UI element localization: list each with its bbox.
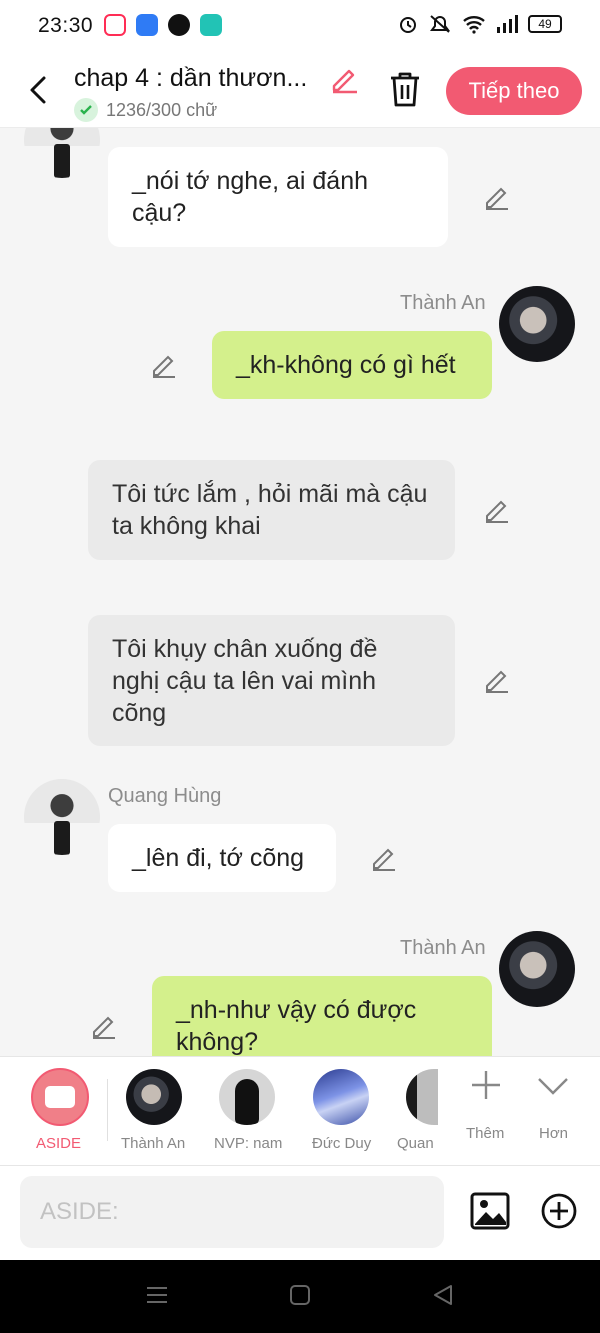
- speaker-name: Quang Hùng: [108, 785, 222, 807]
- aside-bubble[interactable]: Tôi tức lắm , hỏi mãi mà cậu ta không kh…: [88, 460, 455, 560]
- word-count-row: 1236/300 chữ: [74, 98, 217, 122]
- app-icon: [136, 14, 158, 36]
- edit-message-icon[interactable]: [483, 183, 511, 211]
- back-icon[interactable]: [432, 1284, 454, 1306]
- status-bar: 23:30 49: [0, 0, 600, 54]
- edit-message-icon[interactable]: [150, 351, 178, 379]
- next-button[interactable]: Tiếp theo: [446, 67, 582, 115]
- message-bubble[interactable]: _kh-không có gì hết: [212, 331, 492, 399]
- wifi-icon: [463, 16, 485, 34]
- character-label: Đức Duy: [312, 1135, 372, 1152]
- speaker-name: Thành An: [400, 292, 486, 314]
- add-character-label: Thêm: [466, 1125, 505, 1142]
- word-count: 1236/300 chữ: [106, 99, 218, 120]
- mute-icon: [430, 15, 450, 33]
- character-selector: ASIDE Thành An NVP: nam Đức Duy Quan Thê…: [0, 1056, 600, 1166]
- aside-button[interactable]: [31, 1068, 89, 1126]
- aside-icon: [45, 1086, 75, 1108]
- editor-header: chap 4 : dần thươn... 1236/300 chữ Tiếp …: [0, 54, 600, 128]
- character-label: Quan: [397, 1135, 434, 1152]
- chevron-down-icon[interactable]: [537, 1075, 569, 1097]
- chapter-title[interactable]: chap 4 : dần thươn...: [74, 64, 326, 93]
- character-label: Thành An: [121, 1135, 186, 1152]
- character-quang[interactable]: [406, 1069, 438, 1125]
- composer: [0, 1166, 600, 1260]
- avatar-quang-hung[interactable]: [24, 779, 100, 855]
- menu-icon[interactable]: [146, 1284, 168, 1306]
- home-icon[interactable]: [289, 1284, 311, 1306]
- character-nvp-nam[interactable]: [219, 1069, 275, 1125]
- heart-app-icon: [168, 14, 190, 36]
- aside-label: ASIDE: [36, 1135, 82, 1152]
- avatar-thanh-an[interactable]: [499, 931, 575, 1007]
- edit-message-icon[interactable]: [483, 496, 511, 524]
- status-right: 49: [398, 14, 562, 34]
- tiktok-icon: [104, 14, 126, 36]
- speaker-name: Thành An: [400, 937, 486, 959]
- character-thanh-an[interactable]: [126, 1069, 182, 1125]
- message-bubble[interactable]: _lên đi, tớ cõng: [108, 824, 336, 892]
- add-icon[interactable]: [540, 1192, 578, 1230]
- chat-app-icon: [200, 14, 222, 36]
- image-icon[interactable]: [470, 1192, 510, 1230]
- battery-indicator: 49: [528, 15, 562, 33]
- message-bubble[interactable]: _nói tớ nghe, ai đánh cậu?: [108, 147, 448, 247]
- edit-title-icon[interactable]: [330, 64, 360, 94]
- edit-message-icon[interactable]: [483, 666, 511, 694]
- back-arrow-icon[interactable]: [24, 72, 52, 108]
- edit-message-icon[interactable]: [370, 844, 398, 872]
- edit-message-icon[interactable]: [90, 1012, 118, 1040]
- status-app-icons: [104, 14, 222, 36]
- character-label: NVP: nam: [214, 1135, 283, 1152]
- divider: [107, 1079, 108, 1141]
- message-bubble[interactable]: _nh-như vậy có được không?: [152, 976, 492, 1056]
- signal-icon: [497, 15, 518, 33]
- system-navigation-bar: [0, 1260, 600, 1333]
- avatar-thanh-an[interactable]: [499, 286, 575, 362]
- trash-icon[interactable]: [388, 70, 422, 108]
- status-time: 23:30: [38, 14, 94, 37]
- aside-bubble[interactable]: Tôi khụy chân xuống đề nghị cậu ta lên v…: [88, 615, 455, 746]
- character-duc-duy[interactable]: [313, 1069, 369, 1125]
- avatar-quang-hung[interactable]: [24, 128, 100, 178]
- add-character-icon[interactable]: [470, 1069, 502, 1101]
- message-input[interactable]: [20, 1176, 444, 1248]
- check-icon: [74, 98, 98, 122]
- more-characters-label: Hơn: [539, 1125, 569, 1142]
- alarm-icon: [400, 17, 416, 33]
- chat-area[interactable]: _nói tớ nghe, ai đánh cậu? Thành An _kh-…: [0, 128, 600, 1056]
